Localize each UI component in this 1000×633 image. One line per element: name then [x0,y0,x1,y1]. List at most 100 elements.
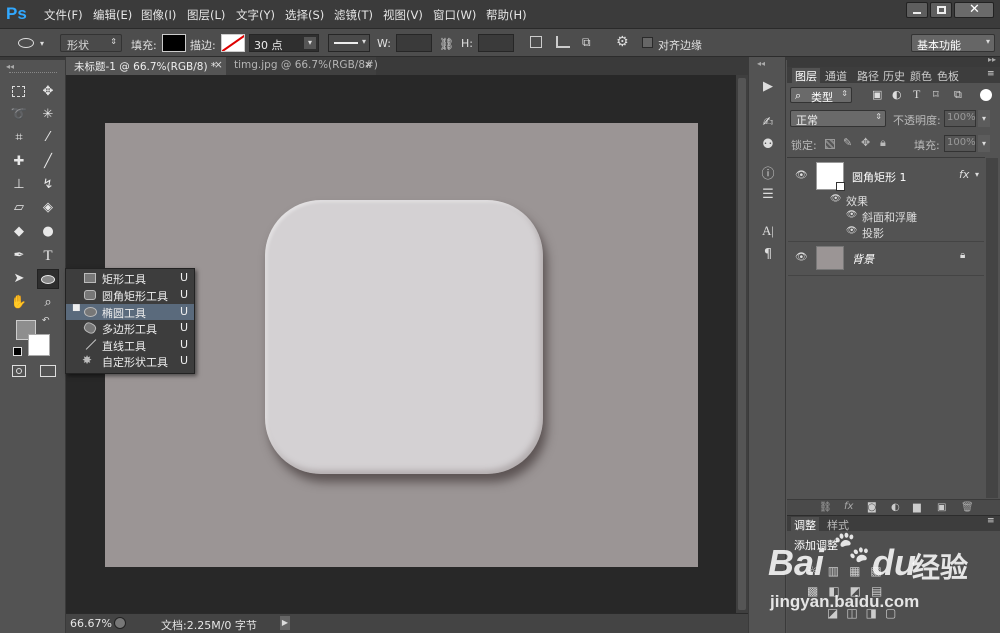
workspace-select[interactable]: 基本功能 ▾ [911,34,995,52]
default-colors-icon[interactable] [13,347,22,356]
lock-position-icon[interactable]: ✥ [861,136,870,149]
type-tool-icon[interactable]: T [37,246,59,266]
height-input[interactable] [478,34,514,52]
tab-history[interactable]: 历史 [883,68,905,84]
filter-shape-icon[interactable]: ⌑ [933,88,939,101]
menu-select[interactable]: 选择(S) [285,7,324,23]
chevron-down-icon[interactable]: ▾ [978,135,990,152]
fill-input[interactable]: 100% [944,135,976,152]
play-icon[interactable]: ▶ [758,79,778,97]
chevron-down-icon[interactable]: ▾ [975,170,979,179]
collapse-icon[interactable]: ◂◂ [757,59,765,68]
status-info-icon[interactable] [114,617,126,629]
blur-tool-icon[interactable]: ◆ [8,222,30,242]
screen-mode-icon[interactable] [40,365,56,377]
effect-bevel-emboss[interactable]: 斜面和浮雕 [862,209,917,225]
layer-row-rounded-rect[interactable]: 👁︎ 圆角矩形 1 fx ▾ 👁︎ 效果 👁︎ 斜面和浮雕 👁︎ 投影 [788,158,984,242]
minimize-button[interactable] [906,2,928,18]
eye-icon[interactable]: 👁︎ [846,210,857,220]
effect-drop-shadow[interactable]: 投影 [862,225,884,241]
tab-swatches[interactable]: 色板 [937,68,959,84]
panel-menu-icon[interactable]: ≡ [987,516,995,526]
status-menu-arrow-icon[interactable]: ▶ [280,616,290,630]
swap-colors-icon[interactable]: ↶ [42,316,50,326]
expand-icon[interactable]: ▸▸ [988,55,996,64]
link-icon[interactable]: ⛓ [439,37,454,51]
tab-paths[interactable]: 路径 [857,68,879,84]
pen-tool-icon[interactable]: ✒ [8,246,30,266]
hand-tool-icon[interactable]: ✋ [8,293,30,313]
path-alignment-icon[interactable] [556,36,570,48]
menu-item-rectangle-tool[interactable]: 矩形工具 U [66,270,194,286]
character-panel-icon[interactable]: A| [758,223,778,241]
vertical-scrollbar[interactable] [736,75,748,613]
layer-name[interactable]: 背景 [852,251,874,267]
menu-item-ellipse-tool[interactable]: ■ 椭圆工具 U [66,303,194,320]
marquee-tool-icon[interactable] [8,82,30,102]
new-layer-icon[interactable]: ▣ [937,502,946,513]
close-window-button[interactable]: ✕ [954,2,994,18]
eraser-tool-icon[interactable]: ▱ [8,198,30,218]
tab-channels[interactable]: 通道 [825,68,847,84]
fill-swatch[interactable] [162,34,186,52]
healing-brush-tool-icon[interactable]: ✚ [8,152,30,172]
adjustments-sliders-icon[interactable]: ☰ [758,187,778,205]
menu-window[interactable]: 窗口(W) [433,7,476,23]
filter-adjustment-icon[interactable]: ◐ [892,88,902,101]
menu-edit[interactable]: 编辑(E) [93,7,132,23]
close-tab-icon[interactable]: × [214,59,223,71]
close-tab-icon[interactable]: × [364,59,373,71]
menu-layer[interactable]: 图层(L) [187,7,225,23]
add-mask-icon[interactable]: ◙ [867,502,877,513]
clone-source-icon[interactable]: ⚉ [758,137,778,155]
tab-color[interactable]: 颜色 [910,68,932,84]
stroke-swatch[interactable] [221,34,245,52]
eye-icon[interactable]: 👁︎ [795,252,808,263]
shape-mode-select[interactable]: 形状 ⇕ [60,34,122,52]
menu-file[interactable]: 文件(F) [44,7,83,23]
move-tool-icon[interactable]: ✥ [37,82,59,102]
rounded-rectangle-shape[interactable] [265,200,543,474]
lock-transparency-icon[interactable] [825,139,835,149]
tab-timg-jpg[interactable]: timg.jpg @ 66.7%(RGB/8#) × [226,57,378,75]
dodge-tool-icon[interactable]: ● [37,222,59,242]
history-brush-tool-icon[interactable]: ↯ [37,175,59,195]
menu-help[interactable]: 帮助(H) [486,7,527,23]
lock-all-icon[interactable]: 🔒︎ [880,136,886,150]
eye-icon[interactable]: 👁︎ [846,226,857,236]
menu-item-rounded-rectangle-tool[interactable]: 圆角矩形工具 U [66,287,194,303]
paint-bucket-tool-icon[interactable]: ◈ [37,198,59,218]
filter-toggle-icon[interactable] [980,89,992,101]
layer-name[interactable]: 圆角矩形 1 [852,169,907,185]
collapse-icon[interactable]: ◂◂ [6,62,14,71]
menu-item-line-tool[interactable]: 直线工具 U [66,337,194,353]
magic-wand-tool-icon[interactable]: ✳ [37,105,59,125]
menu-item-polygon-tool[interactable]: 多边形工具 U [66,320,194,336]
lock-pixels-icon[interactable]: ✎ [843,136,852,149]
menu-item-custom-shape-tool[interactable]: ✸ 自定形状工具 U [66,353,194,369]
tool-preset-picker[interactable]: ▾ [6,34,50,52]
crop-tool-icon[interactable]: ⌗ [8,128,30,148]
filter-type-icon[interactable]: T [913,87,920,102]
layers-scrollbar[interactable] [986,158,998,498]
align-edges-checkbox[interactable] [642,37,653,48]
path-operations-icon[interactable] [530,36,542,48]
eye-icon[interactable]: 👁︎ [795,170,808,181]
menu-type[interactable]: 文字(Y) [236,7,275,23]
width-input[interactable] [396,34,432,52]
lasso-tool-icon[interactable]: ➰ [8,105,30,125]
opacity-input[interactable]: 100% [944,110,976,127]
new-adjustment-icon[interactable]: ◐ [891,502,900,513]
chevron-down-icon[interactable]: ▾ [978,110,990,127]
zoom-tool-icon[interactable]: ⌕ [37,293,59,313]
clone-stamp-tool-icon[interactable]: ⊥ [8,175,30,195]
stroke-type-select[interactable]: ▾ [328,34,370,52]
stroke-size-input[interactable]: 30 点 ▾ [249,34,319,52]
brush-presets-icon[interactable]: ✍ [758,115,778,133]
filter-smart-object-icon[interactable]: ⧉ [954,88,962,102]
gear-icon[interactable]: ⚙ [616,34,629,50]
background-color-swatch[interactable] [28,334,50,356]
menu-filter[interactable]: 滤镜(T) [334,7,373,23]
link-layers-icon[interactable]: ⛓ [819,502,832,513]
menu-view[interactable]: 视图(V) [383,7,423,23]
